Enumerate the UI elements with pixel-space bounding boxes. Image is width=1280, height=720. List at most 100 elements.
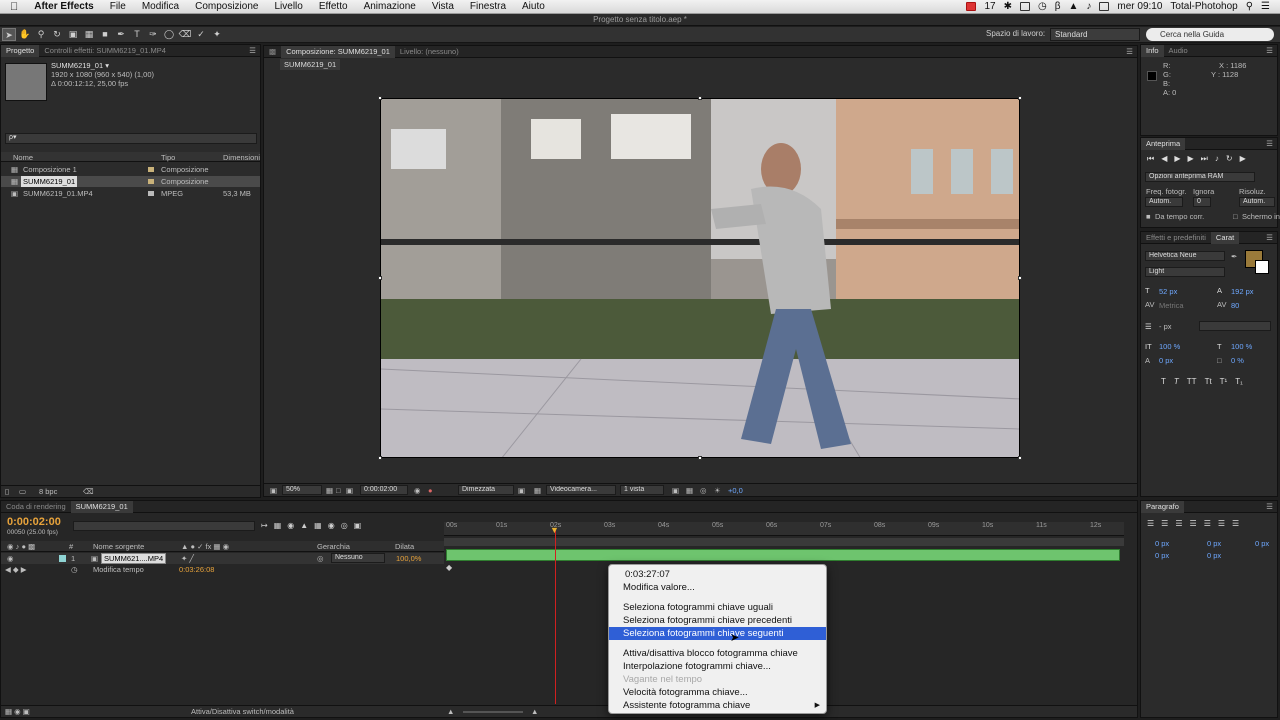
play-icon[interactable]: ▶: [1174, 154, 1180, 166]
eyedropper-icon[interactable]: ✒: [1231, 252, 1237, 261]
indent-first-value[interactable]: 0 px: [1255, 539, 1269, 548]
menu-aiuto[interactable]: Aiuto: [514, 1, 553, 12]
space-before-value[interactable]: 0 px: [1155, 551, 1169, 560]
menu-keyframe-assistant[interactable]: Assistente fotogramma chiave ▶: [609, 699, 826, 712]
menu-select-previous-keyframes[interactable]: Seleziona fotogrammi chiave precedenti: [609, 614, 826, 627]
timecode[interactable]: 0:00:02:00: [7, 516, 61, 528]
trash-icon[interactable]: ⌫: [83, 487, 94, 496]
eraser-tool-icon[interactable]: ⌫: [178, 28, 192, 41]
col-type[interactable]: Tipo: [161, 153, 175, 162]
notifications-icon[interactable]: ☰: [1261, 1, 1270, 12]
stroke-width-value[interactable]: - px: [1159, 322, 1172, 331]
next-frame-icon[interactable]: ▶: [1188, 154, 1194, 166]
prev-frame-icon[interactable]: ◀: [1161, 154, 1167, 166]
tab-info[interactable]: Info: [1141, 44, 1164, 57]
camera-tool-icon[interactable]: ▣: [66, 28, 80, 41]
av-switches-icon[interactable]: ◉ ♪ ● ▩: [7, 542, 35, 551]
work-area-bar[interactable]: [444, 538, 1124, 546]
transform-handle[interactable]: [1018, 96, 1022, 100]
tab-render-queue[interactable]: Coda di rendering: [1, 501, 71, 513]
panel-menu-icon[interactable]: ☰: [1266, 502, 1277, 511]
region-icon[interactable]: ▣: [346, 486, 353, 495]
apple-icon[interactable]: : [0, 1, 26, 13]
tab-layer[interactable]: Livello: (nessuno): [395, 46, 464, 58]
type-tool-icon[interactable]: T: [130, 28, 144, 41]
tab-audio[interactable]: Audio: [1164, 45, 1193, 57]
project-row[interactable]: ▦ Composizione 1 Composizione: [1, 164, 260, 175]
audio-icon[interactable]: ♪: [1215, 154, 1219, 166]
interpret-footage-icon[interactable]: ▯: [5, 487, 9, 496]
zoom-slider[interactable]: [463, 711, 523, 713]
status-count[interactable]: 17: [984, 1, 995, 12]
timemachine-icon[interactable]: ◷: [1038, 1, 1047, 12]
subscript-icon[interactable]: T₁: [1235, 377, 1243, 387]
clone-tool-icon[interactable]: ◯: [162, 28, 176, 41]
ram-preview-icon[interactable]: ▶: [1240, 154, 1246, 166]
grid-icon[interactable]: ▦: [326, 486, 333, 495]
menu-animazione[interactable]: Animazione: [356, 1, 424, 12]
menu-toggle-hold-keyframe[interactable]: Attiva/disattiva blocco fotogramma chiav…: [609, 647, 826, 660]
transform-handle[interactable]: [378, 456, 382, 460]
project-search-input[interactable]: ρ▾: [5, 133, 257, 144]
all-caps-icon[interactable]: TT: [1187, 377, 1197, 387]
always-preview-icon[interactable]: ▣: [270, 486, 277, 495]
clock[interactable]: mer 09:10: [1117, 1, 1162, 12]
col-parent[interactable]: Gerarchia: [317, 542, 350, 551]
loop-icon[interactable]: ↻: [1226, 154, 1233, 166]
transform-handle[interactable]: [698, 96, 702, 100]
puppet-tool-icon[interactable]: ✦: [210, 28, 224, 41]
tab-character[interactable]: Carat: [1210, 231, 1240, 244]
baseline-value[interactable]: 0 px: [1159, 356, 1173, 365]
motion-blur-icon[interactable]: ◉: [328, 521, 335, 533]
faux-bold-icon[interactable]: T: [1161, 377, 1166, 387]
menu-livello[interactable]: Livello: [266, 1, 310, 12]
transform-handle[interactable]: [698, 456, 702, 460]
tsume-value[interactable]: 0 %: [1231, 356, 1244, 365]
rectangle-tool-icon[interactable]: ■: [98, 28, 112, 41]
hand-tool-icon[interactable]: ✋: [18, 28, 32, 41]
panel-menu-icon[interactable]: ☰: [249, 46, 260, 55]
workspace-select[interactable]: Standard: [1050, 28, 1140, 41]
last-frame-icon[interactable]: ⏭: [1201, 154, 1208, 166]
mini-flowchart-icon[interactable]: ↦: [261, 521, 268, 533]
selection-tool-icon[interactable]: ➤: [2, 28, 16, 41]
menu-select-following-keyframes[interactable]: Seleziona fotogrammi chiave seguenti: [609, 627, 826, 640]
justify-center-icon[interactable]: ☰: [1204, 519, 1211, 529]
fast-preview-icon[interactable]: ▣: [518, 486, 525, 495]
keyframe-nav-icon[interactable]: ◀ ◆ ▶: [5, 565, 26, 574]
graph-editor-icon[interactable]: ▣: [354, 521, 362, 533]
volume-icon[interactable]: ♪: [1086, 1, 1091, 12]
font-family-select[interactable]: Helvetica Neue: [1145, 251, 1225, 261]
menu-composizione[interactable]: Composizione: [187, 1, 266, 12]
bluetooth-icon[interactable]: ✱: [1004, 1, 1012, 12]
keyframe-icon[interactable]: ◆: [446, 563, 452, 572]
parent-select[interactable]: Nessuno: [331, 553, 385, 563]
zoom-out-icon[interactable]: ▲: [447, 707, 454, 716]
property-row[interactable]: ◀ ◆ ▶ ◷ Modifica tempo 0:03:26:08: [1, 564, 444, 575]
align-center-icon[interactable]: ☰: [1161, 519, 1168, 529]
vertical-scale-value[interactable]: 100 %: [1159, 342, 1180, 351]
full-screen-checkbox[interactable]: □: [1233, 212, 1238, 221]
skip-field[interactable]: 0: [1193, 197, 1211, 207]
rotate-tool-icon[interactable]: ↻: [50, 28, 64, 41]
comp-breadcrumb[interactable]: SUMM6219_01: [280, 59, 341, 70]
tab-effects-presets[interactable]: Effetti e predefiniti: [1141, 232, 1211, 244]
layer-name[interactable]: SUMM621....MP4: [101, 553, 167, 564]
project-row[interactable]: ▣ SUMM6219_01.MP4 MPEG 53,3 MB: [1, 188, 260, 199]
tab-preview[interactable]: Anteprima: [1141, 137, 1186, 150]
airplay-icon[interactable]: [1019, 2, 1030, 11]
views-select[interactable]: 1 vista: [620, 485, 664, 495]
justify-left-icon[interactable]: ☰: [1190, 519, 1197, 529]
indent-right-value[interactable]: 0 px: [1207, 539, 1221, 548]
stopwatch-icon[interactable]: ◷: [71, 565, 78, 574]
col-dimensions[interactable]: Dimensioni: [223, 153, 260, 162]
indent-left-value[interactable]: 0 px: [1155, 539, 1169, 548]
wifi-icon[interactable]: ▲: [1068, 1, 1078, 12]
draft-3d-icon[interactable]: ◉: [287, 521, 294, 533]
brainstorm-icon[interactable]: ◎: [341, 521, 348, 533]
ram-preview-options-select[interactable]: Opzioni anteprima RAM: [1145, 172, 1255, 182]
spotlight-icon[interactable]: ⚲: [1246, 1, 1253, 12]
footer-toggle-icons[interactable]: ▦ ◉ ▣: [5, 707, 30, 716]
superscript-icon[interactable]: T¹: [1220, 377, 1228, 387]
menu-modifica[interactable]: Modifica: [134, 1, 187, 12]
